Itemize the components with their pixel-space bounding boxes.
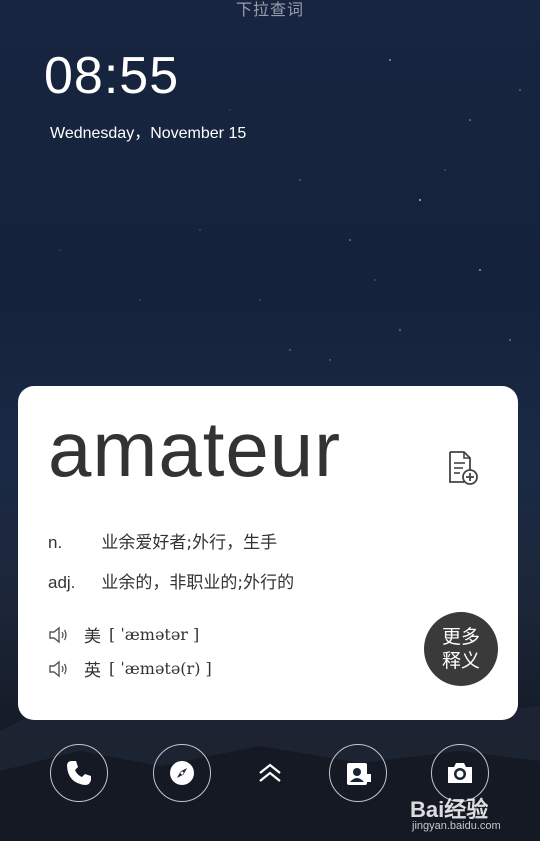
part-of-speech: n. [48,533,63,552]
speaker-icon [49,626,67,643]
document-add-icon [449,451,478,485]
watermark-url: jingyan.baidu.com [412,820,501,832]
chevron-up-icon [259,763,281,782]
part-of-speech: adj. [48,573,76,592]
camera-button[interactable] [431,744,489,802]
lockscreen-date: Wednesday，November 15 [50,125,247,142]
pull-to-lookup-hint[interactable]: 下拉查词 [0,0,540,20]
more-button-label-line2: 释义 [441,650,480,672]
definition-row: adj. 业余的，非职业的;外行的 [48,568,294,593]
contacts-icon [347,763,371,785]
add-to-wordbook-button[interactable] [443,448,483,488]
contacts-button[interactable] [329,744,387,802]
pronunciation-uk-button[interactable]: 英 [ ˈæmətə(r) ] [48,656,212,681]
definition-text: 业余爱好者;外行，生手 [101,533,278,553]
speaker-icon [49,660,67,677]
pronunciation-region: 美 [84,627,101,647]
pronunciation-us-button[interactable]: 美 [ ˈæmətər ] [48,622,199,647]
more-button-label-line1: 更多 [441,626,480,648]
dictionary-card: amateur n. 业余爱好者;外行，生手 adj. 业余的，非职业的;外行的… [18,386,518,720]
more-definitions-button[interactable]: 更多 释义 [424,612,498,686]
camera-icon [448,763,472,783]
lockscreen-clock: 08:55 [44,47,180,105]
phonetic-transcription: [ ˈæmətə(r) ] [109,659,212,678]
pronunciation-region: 英 [84,661,101,681]
phone-button[interactable] [50,744,108,802]
phone-icon [67,761,91,785]
headword: amateur [48,405,342,493]
browser-button[interactable] [153,744,211,802]
definition-row: n. 业余爱好者;外行，生手 [48,528,277,553]
phonetic-transcription: [ ˈæmətər ] [109,625,200,644]
compass-icon [170,761,194,785]
expand-up-button[interactable] [250,756,290,790]
definition-text: 业余的，非职业的;外行的 [101,573,295,593]
